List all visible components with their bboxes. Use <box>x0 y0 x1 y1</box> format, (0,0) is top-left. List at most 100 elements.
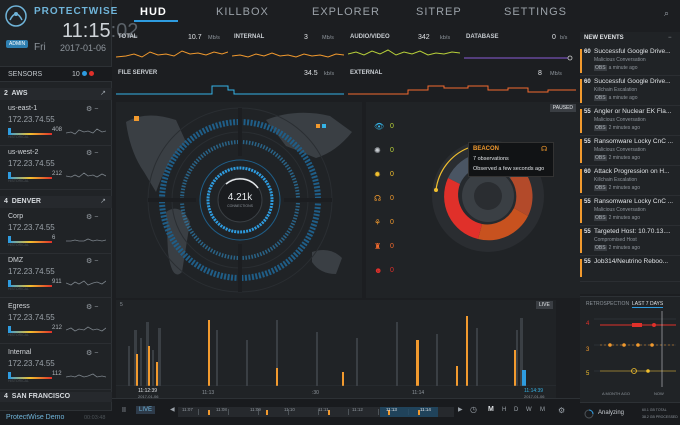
connections-value: 4.21k <box>227 192 253 203</box>
collapse-icon[interactable]: − <box>668 35 672 41</box>
trojan-icon[interactable]: ⚘ <box>374 218 381 227</box>
search-icon[interactable]: ⌕ <box>664 8 669 19</box>
metric-sparkline <box>464 55 573 61</box>
clock-date: 2017-01-06 <box>60 43 107 53</box>
tab-hud[interactable]: HUD <box>140 6 167 18</box>
spinner-icon <box>584 409 594 419</box>
metric-audio-video[interactable]: AUDIO/VIDEO 342 kb/s <box>348 32 460 62</box>
sensor-card[interactable]: Egress ⚙ − 172.23.74.55 212 HISTORICAL <box>0 300 112 344</box>
gear-icon[interactable]: ⚙ − <box>86 303 98 311</box>
sensors-title: SENSORS <box>8 71 43 78</box>
metric-sparkline <box>116 50 228 58</box>
pause-button[interactable]: II <box>122 407 126 414</box>
range-day[interactable]: D <box>514 407 518 413</box>
playback-bar: II LIVE ◀ 11:07 11:08 11:09 11:10 11:11 … <box>112 398 580 425</box>
gear-icon[interactable]: ⚙ − <box>86 349 98 357</box>
event-item[interactable]: 55 Ransomware Locky CnC ... Malicious Conv… <box>580 196 680 226</box>
castle-icon[interactable]: ♜ <box>374 242 381 251</box>
event-item[interactable]: 55 Angler or Nuclear EK Fla... Malicious C… <box>580 106 680 136</box>
tab-last-7-days[interactable]: LAST 7 DAYS <box>632 301 664 308</box>
new-events-panel: NEW EVENTS − 60 Successful Google Drive..… <box>580 32 680 294</box>
event-item[interactable]: 55 Targeted Host: 10.70.13.... Compromised… <box>580 226 680 256</box>
tab-explorer[interactable]: EXPLORER <box>312 6 380 18</box>
clock-icon[interactable]: ◷ <box>470 405 477 414</box>
metric-database[interactable]: DATABASE 0 b/s <box>464 32 576 62</box>
analyzing-status: Analyzing 60.1 GB TOTAL 38.2 GB PROCESSE… <box>580 402 680 425</box>
brand-name: PROTECTWISE <box>34 6 119 17</box>
status-dot-blue <box>81 71 87 76</box>
retrospection-panel: RETROSPECTION LAST 7 DAYS 4 3 5 A MONTH … <box>580 296 680 410</box>
expand-arrow-icon[interactable]: ↗ <box>100 197 106 205</box>
sensor-group-san-francisco[interactable]: 4 SAN FRANCISCO <box>0 392 112 402</box>
protectwise-logo[interactable] <box>4 4 28 28</box>
sensor-group-aws[interactable]: 2 AWS ↗ <box>0 88 112 100</box>
event-item[interactable]: 55 Job314/Neutrino Reboo... <box>580 256 680 282</box>
event-item[interactable]: 60 Successful Google Drive... Malicious Co… <box>580 46 680 76</box>
gear-icon[interactable]: ⚙ − <box>86 105 98 113</box>
sensor-sparkline <box>66 280 106 286</box>
session-time: 00:03:48 <box>84 415 106 421</box>
paused-badge[interactable]: PAUSED <box>549 104 576 112</box>
continent-asia <box>266 112 352 158</box>
scrub-track[interactable] <box>178 403 454 421</box>
sensor-card[interactable]: Corp ⚙ − 172.23.74.55 6 HISTORICAL <box>0 210 112 254</box>
world-map-panel[interactable]: 4.21k CONNECTIONS <box>116 102 362 298</box>
sensor-card[interactable]: Internal ⚙ − 172.23.74.55 112 HISTORICAL <box>0 346 112 390</box>
metric-sparkline <box>348 85 576 95</box>
next-icon[interactable]: ▶ <box>458 406 463 413</box>
sensor-sparkline <box>66 128 106 135</box>
event-item[interactable]: 60 Successful Google Drive... Killchain Es… <box>580 76 680 106</box>
event-item[interactable]: 60 Attack Progression on H... Killchain Es… <box>580 166 680 196</box>
tab-settings[interactable]: SETTINGS <box>504 6 567 18</box>
metric-total[interactable]: TOTAL 10.7 Mb/s <box>116 32 228 62</box>
sensor-sparkline <box>66 238 106 242</box>
metric-file-server[interactable]: FILE SERVER 34.5 kb/s <box>116 68 344 98</box>
mask-icon[interactable]: ☻ <box>374 266 382 275</box>
sensors-count: 10 <box>72 71 94 78</box>
sensor-group-denver[interactable]: 4 DENVER ↗ <box>0 196 112 208</box>
metric-sparkline <box>232 52 344 58</box>
account-name[interactable]: ProtectWise Demo <box>6 414 64 421</box>
gear-icon[interactable]: ⚙ <box>558 406 565 415</box>
threat-panel: PAUSED 👁 0 ✺ 0 ✹ 0 ☊ 0 ⚘ 0 ♜ 0 ☻ 0 BEACON ☊ 7 o… <box>366 102 580 298</box>
range-week[interactable]: W <box>526 407 532 413</box>
eye-icon[interactable]: 👁 <box>374 122 384 131</box>
range-minute[interactable]: M <box>488 406 494 413</box>
virus-icon[interactable]: ✹ <box>374 170 381 179</box>
connections-label: CONNECTIONS <box>227 204 253 208</box>
bug-icon[interactable]: ✺ <box>374 146 381 155</box>
active-tab-indicator <box>134 20 178 22</box>
metric-external[interactable]: EXTERNAL 8 Mb/s <box>348 68 576 98</box>
metric-sparkline <box>348 49 460 56</box>
gear-icon[interactable]: ⚙ − <box>86 213 98 221</box>
range-hour[interactable]: H <box>502 407 506 413</box>
gear-icon[interactable]: ⚙ − <box>86 149 98 157</box>
prev-icon[interactable]: ◀ <box>170 406 175 413</box>
sensor-card[interactable]: us-west-2 ⚙ − 172.23.74.55 212 HISTORICA… <box>0 146 112 190</box>
retrospection-plot <box>594 311 676 387</box>
live-badge[interactable]: LIVE <box>536 301 553 309</box>
account-footer[interactable]: ProtectWise Demo 00:03:48 <box>0 410 112 425</box>
range-month[interactable]: M <box>540 407 545 413</box>
timeline-panel[interactable]: LIVE 5 11:12:39 2017-01-06 11:13 :30 11:… <box>116 300 556 399</box>
expand-arrow-icon[interactable]: ↗ <box>100 89 106 97</box>
live-button[interactable]: LIVE <box>136 406 156 414</box>
sensor-sparkline <box>66 326 106 332</box>
gear-icon[interactable]: ⚙ − <box>86 257 98 265</box>
tab-retrospection[interactable]: RETROSPECTION <box>586 301 629 307</box>
admin-badge: ADMIN <box>6 40 29 48</box>
sensor-sparkline <box>66 373 106 378</box>
metric-sparkline <box>116 85 344 95</box>
metric-internal[interactable]: INTERNAL 3 Mb/s <box>232 32 344 62</box>
tab-sitrep[interactable]: SITREP <box>416 6 462 18</box>
continent-australia <box>312 250 342 274</box>
sensor-card[interactable]: us-east-1 ⚙ − 172.23.74.55 408 HISTORICA… <box>0 102 112 146</box>
sensor-sparkline <box>66 172 106 178</box>
sensor-card[interactable]: DMZ ⚙ − 172.23.74.55 911 HISTORICAL <box>0 254 112 298</box>
beacon-icon[interactable]: ☊ <box>374 194 381 203</box>
tab-killbox[interactable]: KILLBOX <box>216 6 269 18</box>
sensor-sidebar: PROTECTWISE 11:15:02 ADMIN Fri 2017-01-0… <box>0 0 138 425</box>
sensors-header: SENSORS 10 <box>0 66 112 82</box>
event-item[interactable]: 55 Ransomware Locky CnC ... Malicious Conv… <box>580 136 680 166</box>
status-dot-red <box>88 71 94 76</box>
